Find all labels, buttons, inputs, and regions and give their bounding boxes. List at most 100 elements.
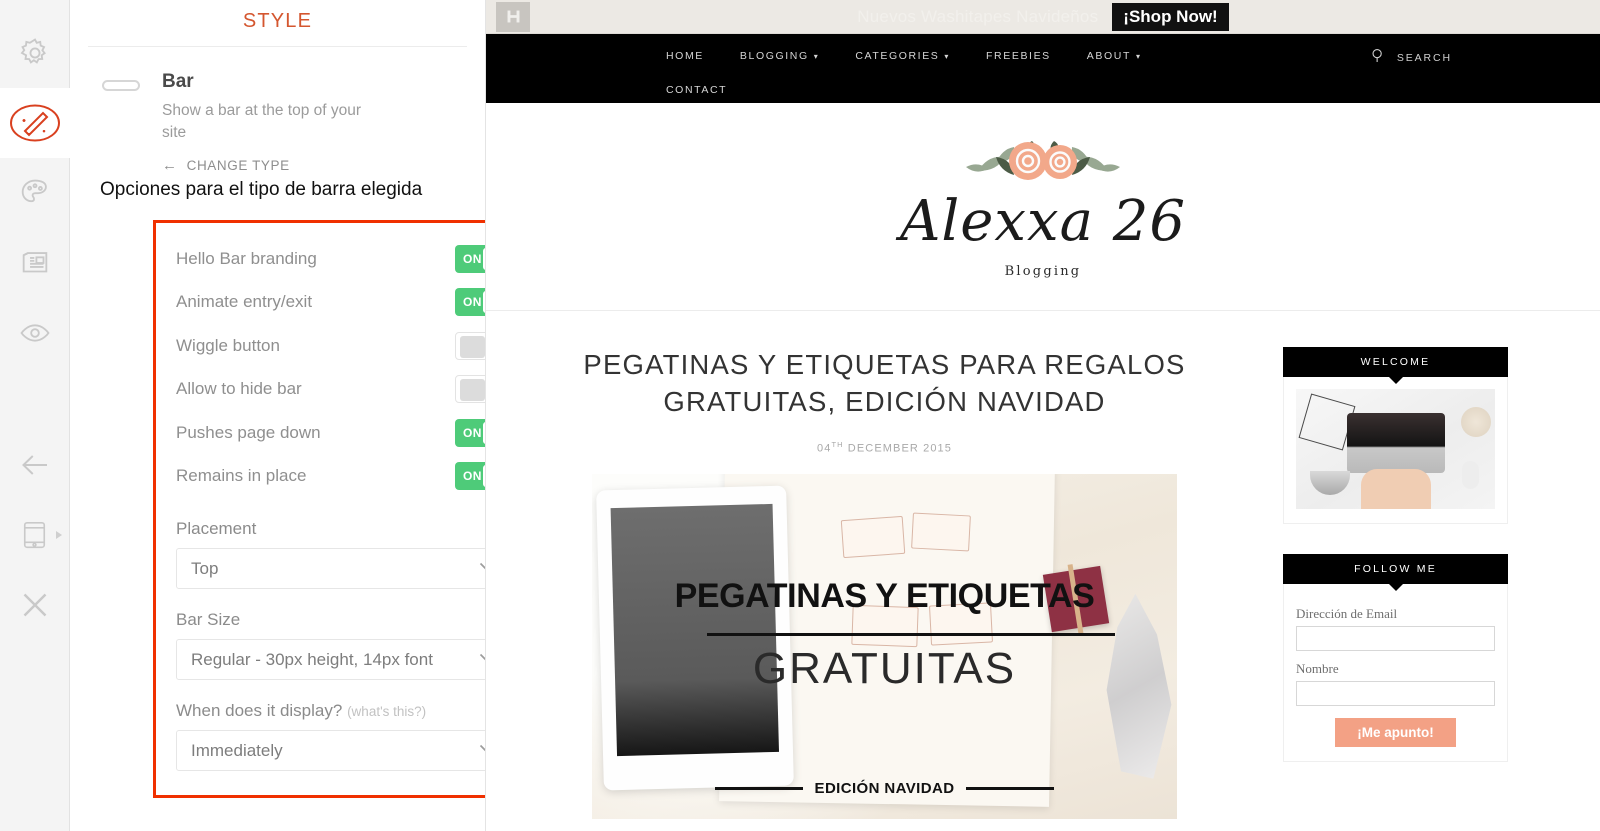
field-label-text: When does it display? xyxy=(176,701,343,720)
search-icon xyxy=(1371,48,1384,68)
nav-item-home[interactable]: HOME xyxy=(666,50,704,62)
search-label: SEARCH xyxy=(1396,52,1452,64)
toggle-hello-bar-branding[interactable]: ON xyxy=(455,244,485,273)
page-body: PEGATINAS Y ETIQUETAS PARA REGALOS GRATU… xyxy=(486,311,1600,819)
palette-icon xyxy=(18,176,52,210)
toggle-state-text: ON xyxy=(463,295,482,310)
tablet-photo-element xyxy=(596,485,794,791)
select-bar-size[interactable]: Regular - 30px height, 14px font xyxy=(176,639,485,680)
email-field-label: Dirección de Email xyxy=(1296,606,1398,621)
gift-tag xyxy=(840,515,906,558)
desk-laptop-photo xyxy=(1296,389,1495,509)
option-label: Remains in place xyxy=(176,466,307,486)
post-featured-image[interactable]: PEGATINAS Y ETIQUETAS GRATUITAS EDICIÓN … xyxy=(592,473,1177,819)
nav-item-about[interactable]: ABOUT ▾ xyxy=(1087,50,1142,62)
floral-wreath-icon xyxy=(965,141,1120,180)
rule-left xyxy=(714,786,803,790)
toggle-knob xyxy=(460,335,485,358)
nav-search[interactable]: SEARCH xyxy=(1371,48,1452,68)
nav-label: ABOUT xyxy=(1086,50,1131,62)
site-preview: Nuevos Washitapes Navideños ¡Shop Now! H… xyxy=(486,0,1600,831)
field-label: Bar Size xyxy=(176,610,241,629)
article-column: PEGATINAS Y ETIQUETAS PARA REGALOS GRATU… xyxy=(486,347,1261,819)
option-label: Hello Bar branding xyxy=(176,248,317,268)
hello-bar-preview: Nuevos Washitapes Navideños ¡Shop Now! xyxy=(486,0,1600,34)
mouse-decor xyxy=(1462,461,1479,489)
site-logo[interactable]: Alexxa 26 Blogging xyxy=(900,141,1186,279)
toggle-state-text: ON xyxy=(463,469,482,484)
site-navbar: HOME BLOGGING ▾ CATEGORIES ▾ FREEBIES ABOU… xyxy=(486,34,1600,103)
rail-item-colors[interactable] xyxy=(0,158,70,228)
hello-bar-editor: STYLE Bar Show a bar at the top of your … xyxy=(0,0,1600,831)
post-date-ordinal: TH xyxy=(831,440,844,450)
rail-item-style[interactable] xyxy=(0,88,70,158)
widget-follow-me: FOLLOW ME Dirección de Email Nombre ¡Me … xyxy=(1283,554,1508,762)
toggle-allow-to-hide-bar[interactable]: OFF xyxy=(455,375,485,404)
bar-type-text: Bar Show a bar at the top of your site ←… xyxy=(162,71,387,173)
rail-item-content[interactable] xyxy=(0,228,70,298)
site-logo-text: Alexxa 26 xyxy=(899,189,1187,254)
subscribe-button[interactable]: ¡Me apunto! xyxy=(1335,718,1456,747)
widget-welcome: WELCOME xyxy=(1283,347,1508,524)
bowl-decor xyxy=(1310,471,1350,495)
toggle-pushes-page-down[interactable]: ON xyxy=(455,418,485,447)
featured-overlay-rule xyxy=(707,632,1115,636)
style-settings-panel: STYLE Bar Show a bar at the top of your … xyxy=(70,0,486,831)
option-row-hello-bar-branding: Hello Bar branding ON xyxy=(156,237,485,281)
select-value: Immediately xyxy=(191,740,283,760)
nav-item-freebies[interactable]: FREEBIES xyxy=(986,50,1051,62)
bar-options-group: Hello Bar branding ON Animate entry/exit… xyxy=(156,223,485,771)
nav-label: CATEGORIES xyxy=(855,50,940,62)
eye-icon xyxy=(18,316,52,350)
site-sidebar: WELCOME FOLLOW ME Dirección de Email Nom… xyxy=(1261,347,1541,819)
option-row-pushes-page-down: Pushes page down ON xyxy=(156,411,485,455)
option-row-wiggle-button: Wiggle button OFF xyxy=(156,324,485,368)
rail-item-preview[interactable] xyxy=(0,298,70,368)
chevron-down-icon: ▾ xyxy=(813,51,820,61)
laptop-decor xyxy=(1346,413,1445,473)
nav-item-contact[interactable]: CONTACT xyxy=(666,84,727,96)
chevron-down-icon: ▾ xyxy=(944,51,951,61)
change-type-button[interactable]: ← CHANGE TYPE xyxy=(162,158,387,173)
bar-shape-icon xyxy=(102,80,140,91)
post-date-day: 04 xyxy=(817,442,832,455)
nav-label: CONTACT xyxy=(666,84,728,96)
nav-label: FREEBIES xyxy=(986,50,1051,62)
rail-item-close[interactable] xyxy=(0,570,70,640)
featured-overlay-bottom: EDICIÓN NAVIDAD xyxy=(592,780,1177,797)
hello-bar-cta-button[interactable]: ¡Shop Now! xyxy=(1112,2,1229,31)
close-x-icon xyxy=(17,587,53,623)
option-label: Allow to hide bar xyxy=(176,379,302,399)
post-date-rest: DECEMBER 2015 xyxy=(843,442,952,455)
option-label: Pushes page down xyxy=(176,422,321,442)
rail-item-device-preview[interactable] xyxy=(0,500,70,570)
toggle-remains-in-place[interactable]: ON xyxy=(455,462,485,491)
option-row-animate-entry-exit: Animate entry/exit ON xyxy=(156,281,485,325)
name-field[interactable] xyxy=(1296,681,1495,706)
rail-item-back[interactable] xyxy=(0,430,70,500)
select-when-display[interactable]: Immediately xyxy=(176,730,485,771)
chevron-down-icon: ▾ xyxy=(1135,51,1142,61)
rail-item-settings[interactable] xyxy=(0,18,70,88)
site-logo-subtitle: Blogging xyxy=(1004,264,1082,279)
rule-right xyxy=(966,786,1055,790)
panel-title: STYLE xyxy=(242,10,313,32)
email-field[interactable] xyxy=(1296,626,1495,651)
select-placement[interactable]: Top xyxy=(176,548,485,589)
mobile-device-icon xyxy=(21,520,48,550)
nav-label: HOME xyxy=(666,50,704,62)
nav-item-categories[interactable]: CATEGORIES ▾ xyxy=(855,50,950,62)
gear-icon xyxy=(18,36,52,70)
field-placement: Placement Top xyxy=(156,519,485,589)
whats-this-link[interactable]: (what's this?) xyxy=(347,704,426,719)
option-label: Animate entry/exit xyxy=(176,292,313,312)
widget-welcome-title: WELCOME xyxy=(1283,347,1508,377)
toggle-animate-entry-exit[interactable]: ON xyxy=(455,288,485,317)
hello-bar-message: Nuevos Washitapes Navideños xyxy=(857,6,1099,26)
field-label: When does it display? (what's this?) xyxy=(176,701,485,721)
chevron-down-icon xyxy=(479,652,485,667)
bar-type-description: Show a bar at the top of your site xyxy=(162,101,362,142)
toggle-wiggle-button[interactable]: OFF xyxy=(455,331,485,360)
nav-item-blogging[interactable]: BLOGGING ▾ xyxy=(740,50,819,62)
select-value: Regular - 30px height, 14px font xyxy=(191,649,433,669)
